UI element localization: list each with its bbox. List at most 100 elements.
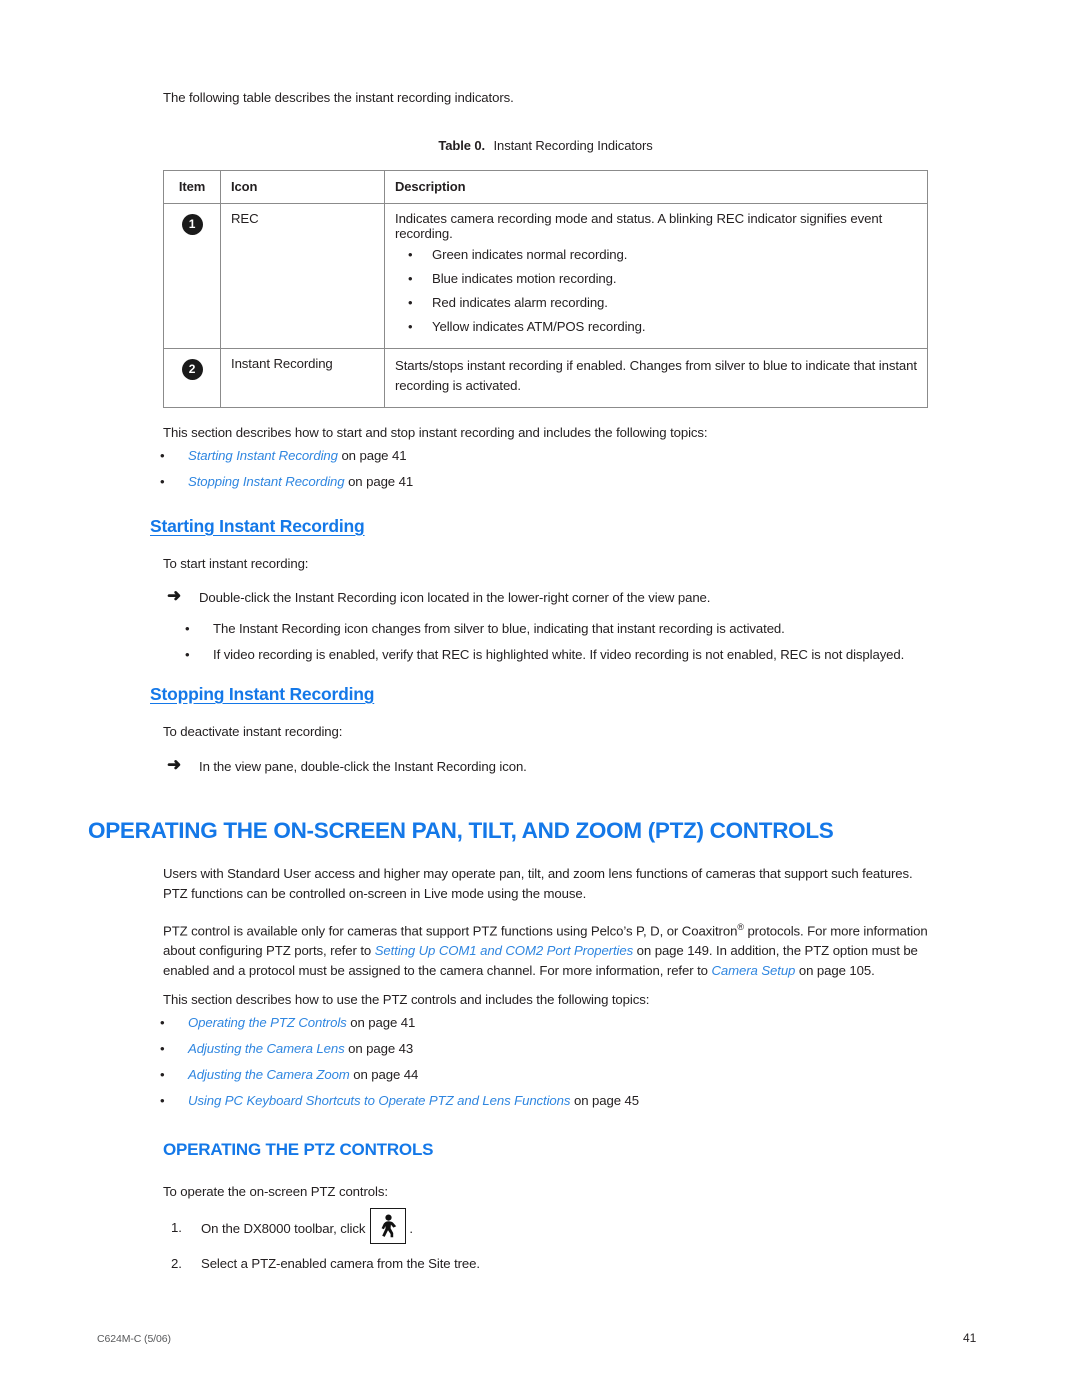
- xref-suffix: on page 44: [349, 1067, 419, 1082]
- table-caption-text: Instant Recording Indicators: [493, 138, 653, 153]
- list-item: • Starting Instant Recording on page 41: [152, 443, 852, 469]
- list-item-label: Red indicates alarm recording.: [432, 295, 608, 310]
- xref-adjusting-the-camera-zoom[interactable]: Adjusting the Camera Zoom: [188, 1067, 350, 1082]
- list-item: • Adjusting the Camera Zoom on page 44: [152, 1062, 912, 1088]
- bullet-icon: •: [160, 1067, 165, 1082]
- arrow-right-icon: ➜: [167, 586, 182, 605]
- bullet-icon: •: [160, 1093, 165, 1108]
- stopping-arrow-step: ➜ In the view pane, double-click the Ins…: [163, 755, 959, 777]
- list-item: • Stopping Instant Recording on page 41: [152, 469, 852, 495]
- xref-setting-up-com-port-properties[interactable]: Setting Up COM1 and COM2 Port Properties: [375, 943, 634, 958]
- description-bullet-list: • Green indicates normal recording. • Blue…: [395, 243, 919, 339]
- list-item-label: The Instant Recording icon changes from …: [213, 621, 785, 636]
- instant-recording-topics-list: • Starting Instant Recording on page 41 …: [152, 443, 852, 495]
- ptz-topics-list: • Operating the PTZ Controls on page 41 …: [152, 1010, 912, 1114]
- ptz-para2-part1: PTZ control is available only for camera…: [163, 923, 738, 939]
- bullet-icon: •: [408, 271, 413, 286]
- list-item: • Operating the PTZ Controls on page 41: [152, 1010, 912, 1036]
- bullet-icon: •: [160, 474, 165, 489]
- table-cell-icon: REC: [220, 203, 385, 349]
- xref-suffix: on page 41: [337, 448, 407, 463]
- xref-suffix: on page 43: [344, 1041, 414, 1056]
- xref-using-pc-keyboard-shortcuts[interactable]: Using PC Keyboard Shortcuts to Operate P…: [188, 1093, 571, 1108]
- table-cell-description: Starts/stops instant recording if enable…: [384, 348, 928, 408]
- step-number: 1.: [171, 1220, 182, 1235]
- starting-arrow-step: ➜ Double-click the Instant Recording ico…: [163, 586, 959, 608]
- step-number: 2.: [171, 1256, 182, 1271]
- bullet-icon: •: [185, 647, 190, 662]
- list-item: • Yellow indicates ATM/POS recording.: [395, 315, 919, 339]
- list-item-label: Green indicates normal recording.: [432, 247, 628, 262]
- xref-starting-instant-recording[interactable]: Starting Instant Recording: [188, 448, 338, 463]
- list-item-label: If video recording is enabled, verify th…: [213, 647, 905, 662]
- list-item: • Red indicates alarm recording.: [395, 291, 919, 315]
- bullet-icon: •: [408, 295, 413, 310]
- item-number-badge: 1: [181, 214, 203, 235]
- bullet-icon: •: [408, 247, 413, 262]
- ptz-topics-lead: This section describes how to use the PT…: [163, 992, 650, 1007]
- table-header-icon: Icon: [220, 170, 385, 204]
- heading-stopping-instant-recording: Stopping Instant Recording: [150, 684, 375, 704]
- list-item: • Adjusting the Camera Lens on page 43: [152, 1036, 912, 1062]
- ptz-walking-person-icon[interactable]: [370, 1208, 407, 1244]
- ptz-paragraph-2: PTZ control is available only for camera…: [163, 917, 931, 981]
- table-header-row: Item Icon Description: [163, 170, 928, 204]
- step-2-label: Select a PTZ-enabled camera from the Sit…: [201, 1256, 480, 1271]
- list-item: 1. On the DX8000 toolbar, click.: [163, 1208, 863, 1249]
- list-item: • Blue indicates motion recording.: [395, 267, 919, 291]
- xref-camera-setup[interactable]: Camera Setup: [711, 963, 795, 978]
- table-row: 1 REC Indicates camera recording mode an…: [163, 203, 928, 349]
- ptz-paragraph-1: Users with Standard User access and high…: [163, 866, 913, 901]
- step-1-period: .: [409, 1221, 413, 1236]
- table-row: 2 Instant Recording Starts/stops instant…: [163, 348, 928, 408]
- description-lead: Indicates camera recording mode and stat…: [395, 211, 883, 241]
- table-cell-item: 2: [163, 348, 221, 408]
- item-number-badge: 2: [181, 359, 203, 380]
- starting-notes-list: • The Instant Recording icon changes fro…: [163, 616, 933, 668]
- table-caption: Table 0. Instant Recording Indicators: [163, 138, 928, 153]
- table-cell-item: 1: [163, 203, 221, 349]
- table-cell-icon: Instant Recording: [220, 348, 385, 408]
- xref-operating-the-ptz-controls[interactable]: Operating the PTZ Controls: [188, 1015, 347, 1030]
- stopping-arrow-step-label: In the view pane, double-click the Insta…: [199, 759, 527, 774]
- heading-operating-ptz-controls-main: OPERATING THE ON-SCREEN PAN, TILT, AND Z…: [88, 818, 834, 843]
- stopping-lead-text: To deactivate instant recording:: [163, 724, 343, 739]
- list-item: • Green indicates normal recording.: [395, 243, 919, 267]
- footer-page-number: 41: [963, 1331, 977, 1345]
- ptz-controls-steps: 1. On the DX8000 toolbar, click. 2. Sele…: [163, 1208, 863, 1279]
- list-item: • The Instant Recording icon changes fro…: [163, 616, 933, 642]
- instant-recording-indicators-table: Item Icon Description 1 REC Indicates ca…: [163, 170, 928, 408]
- ptz-controls-lead: To operate the on-screen PTZ controls:: [163, 1184, 388, 1199]
- list-item: 2. Select a PTZ-enabled camera from the …: [163, 1249, 863, 1279]
- xref-suffix: on page 41: [344, 474, 414, 489]
- table-cell-description: Indicates camera recording mode and stat…: [384, 203, 928, 349]
- table-header-description: Description: [384, 170, 928, 204]
- starting-lead-text: To start instant recording:: [163, 556, 309, 571]
- instant-recording-section-lead: This section describes how to start and …: [163, 425, 708, 440]
- list-item-label: Yellow indicates ATM/POS recording.: [432, 319, 646, 334]
- document-page: The following table describes the instan…: [0, 0, 1080, 1397]
- xref-adjusting-the-camera-lens[interactable]: Adjusting the Camera Lens: [188, 1041, 345, 1056]
- heading-operating-the-ptz-controls: OPERATING THE PTZ CONTROLS: [163, 1140, 434, 1159]
- bullet-icon: •: [160, 1015, 165, 1030]
- bullet-icon: •: [160, 1041, 165, 1056]
- description-lead: Starts/stops instant recording if enable…: [395, 358, 917, 393]
- bullet-icon: •: [185, 621, 190, 636]
- bullet-icon: •: [160, 448, 165, 463]
- list-item-label: Blue indicates motion recording.: [432, 271, 617, 286]
- xref-stopping-instant-recording[interactable]: Stopping Instant Recording: [188, 474, 345, 489]
- list-item: • Using PC Keyboard Shortcuts to Operate…: [152, 1088, 912, 1114]
- xref-suffix: on page 45: [570, 1093, 639, 1108]
- table-caption-label: Table 0.: [438, 138, 486, 153]
- table-header-item: Item: [163, 170, 221, 204]
- intro-lead-text: The following table describes the instan…: [163, 90, 514, 105]
- starting-arrow-step-label: Double-click the Instant Recording icon …: [199, 590, 711, 605]
- footer-document-number: C624M-C (5/06): [97, 1333, 171, 1345]
- list-item: • If video recording is enabled, verify …: [163, 642, 933, 668]
- xref-suffix: on page 41: [346, 1015, 416, 1030]
- step-1-label: On the DX8000 toolbar, click: [201, 1221, 366, 1236]
- bullet-icon: •: [408, 319, 413, 334]
- ptz-para2-part4: on page 105.: [795, 963, 875, 979]
- arrow-right-icon: ➜: [167, 755, 182, 774]
- heading-starting-instant-recording: Starting Instant Recording: [150, 516, 365, 536]
